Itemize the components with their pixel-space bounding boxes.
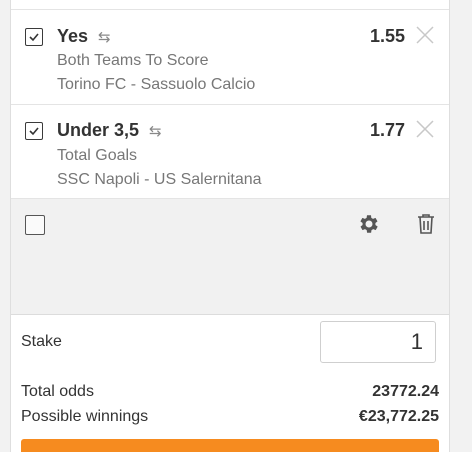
bet-event: Torino FC - Sassuolo Calcio (57, 76, 256, 93)
close-icon[interactable] (415, 119, 435, 139)
checkmark-icon (29, 33, 39, 42)
checkmark-icon (29, 127, 39, 136)
bet-odds: 1.77 (369, 120, 405, 140)
bet-market: Both Teams To Score (57, 52, 209, 69)
stake-input[interactable] (320, 321, 436, 363)
select-all-checkbox[interactable] (25, 215, 45, 235)
bet-odds: 1.55 (369, 26, 405, 46)
bet-selection: Yes ⇆ (57, 26, 111, 47)
bet-market: Total Goals (57, 147, 138, 164)
bet-event: SSC Napoli - US Salernitana (57, 171, 262, 188)
bet-item: Under 3,5 ⇆ 1.77 Total Goals SSC Napoli … (11, 105, 449, 199)
place-bet-button[interactable] (21, 439, 439, 452)
bet-selection: Under 3,5 ⇆ (57, 120, 162, 141)
selection-label: Yes (57, 26, 89, 46)
winnings-label: Possible winnings (21, 408, 149, 425)
close-icon[interactable] (415, 25, 435, 45)
selection-label: Under 3,5 (57, 120, 140, 140)
swap-arrows-icon[interactable]: ⇆ (149, 122, 162, 140)
bet-checkbox[interactable] (25, 122, 43, 140)
bet-item: Yes ⇆ 1.55 Both Teams To Score Torino FC… (11, 10, 449, 105)
total-odds-value: 23772.24 (372, 383, 439, 400)
stake-label: Stake (21, 333, 62, 350)
winnings-value: €23,772.25 (358, 408, 439, 425)
betslip-footer: Stake Total odds 23772.24 Possible winni… (11, 314, 449, 452)
previous-bet-edge (11, 0, 449, 10)
bet-checkbox[interactable] (25, 28, 43, 46)
gear-icon[interactable] (357, 212, 381, 236)
trash-icon[interactable] (416, 212, 436, 236)
total-odds-label: Total odds (21, 383, 94, 400)
betslip-panel: Yes ⇆ 1.55 Both Teams To Score Torino FC… (10, 0, 450, 452)
swap-arrows-icon[interactable]: ⇆ (98, 28, 111, 46)
